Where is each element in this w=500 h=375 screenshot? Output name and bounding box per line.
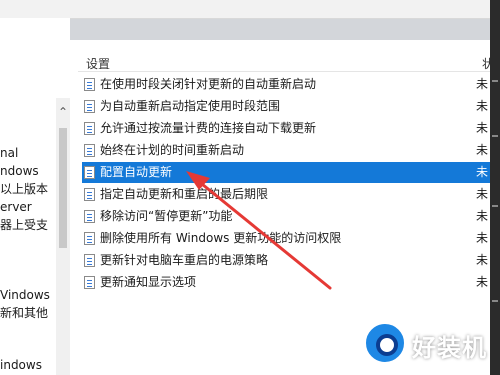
list-item-selected[interactable]: 配置自动更新 未 (82, 162, 490, 183)
policy-state: 未 (476, 77, 489, 91)
policy-state: 未 (476, 209, 489, 223)
policy-label: 允许通过按流量计费的连接自动下载更新 (100, 121, 317, 135)
scroll-up-icon[interactable]: ⌃ (58, 106, 68, 118)
scrollbar-tick (492, 80, 498, 82)
list-item[interactable]: 指定自动更新和重启的最后期限 未 (82, 184, 490, 205)
description-text: Vindows (0, 288, 50, 302)
scrollbar-thumb[interactable] (59, 128, 67, 248)
header-divider (78, 71, 490, 72)
policy-state: 未 (476, 121, 489, 135)
column-header-setting[interactable]: 设置 (86, 55, 110, 72)
policy-label: 在使用时段关闭针对更新的自动重新启动 (100, 77, 317, 91)
scrollbar-tick (492, 300, 498, 302)
right-scrollbar[interactable] (490, 0, 500, 375)
description-text: 以上版本 (0, 182, 49, 196)
list-item[interactable]: 为自动重新启动指定使用时段范围 未 (82, 96, 490, 117)
watermark-text: 好装机 (412, 334, 487, 362)
policy-state: 未 (476, 231, 489, 245)
policy-label: 配置自动更新 (100, 165, 173, 179)
policy-icon (84, 122, 95, 135)
description-text: ndows (0, 164, 39, 178)
policy-label: 更新针对电脑车重启的电源策略 (100, 253, 269, 267)
policy-icon (84, 166, 95, 179)
policy-state: 未 (476, 275, 489, 289)
description-text: indows (0, 358, 42, 372)
policy-icon (84, 100, 95, 113)
policy-icon (84, 188, 95, 201)
policy-icon (84, 276, 95, 289)
description-text: 新和其他 (0, 306, 49, 320)
policy-label: 移除访问“暂停更新”功能 (100, 209, 233, 223)
watermark: 好装机 (362, 320, 486, 366)
policy-description-pane: nal ndows 以上版本 erver 器上受支 Vindows 新和其他 i… (0, 18, 70, 375)
description-text: erver (0, 200, 32, 214)
window-title-bar (0, 0, 490, 19)
list-item[interactable]: 始终在计划的时间重新启动 未 (82, 140, 490, 161)
list-item[interactable]: 允许通过按流量计费的连接自动下载更新 未 (82, 118, 490, 139)
policy-state: 未 (476, 143, 489, 157)
description-text: nal (0, 146, 19, 160)
policy-label: 始终在计划的时间重新启动 (100, 143, 245, 157)
policy-icon (84, 232, 95, 245)
watermark-logo-icon (364, 322, 406, 364)
list-item[interactable]: 在使用时段关闭针对更新的自动重新启动 未 (82, 74, 490, 95)
policy-state: 未 (476, 99, 489, 113)
policy-label: 指定自动更新和重启的最后期限 (100, 187, 269, 201)
list-item[interactable]: 移除访问“暂停更新”功能 未 (82, 206, 490, 227)
description-scrollbar[interactable]: ⌃ (56, 98, 70, 375)
policy-icon (84, 254, 95, 267)
policy-label: 更新通知显示选项 (100, 275, 197, 289)
scrollbar-tick (492, 135, 498, 137)
policy-icon (84, 210, 95, 223)
policy-state: 未 (476, 187, 489, 201)
list-item[interactable]: 更新针对电脑车重启的电源策略 未 (82, 250, 490, 271)
policy-icon (84, 144, 95, 157)
scrollbar-tick (492, 205, 498, 207)
policy-label: 为自动重新启动指定使用时段范围 (100, 99, 281, 113)
policy-icon (84, 78, 95, 91)
list-item[interactable]: 删除使用所有 Windows 更新功能的访问权限 未 (82, 228, 490, 249)
list-item[interactable]: 更新通知显示选项 未 (82, 272, 490, 293)
policy-label: 删除使用所有 Windows 更新功能的访问权限 (100, 231, 342, 245)
description-text: 器上受支 (0, 218, 49, 232)
policy-state: 未 (476, 165, 489, 179)
policy-state: 未 (476, 253, 489, 267)
